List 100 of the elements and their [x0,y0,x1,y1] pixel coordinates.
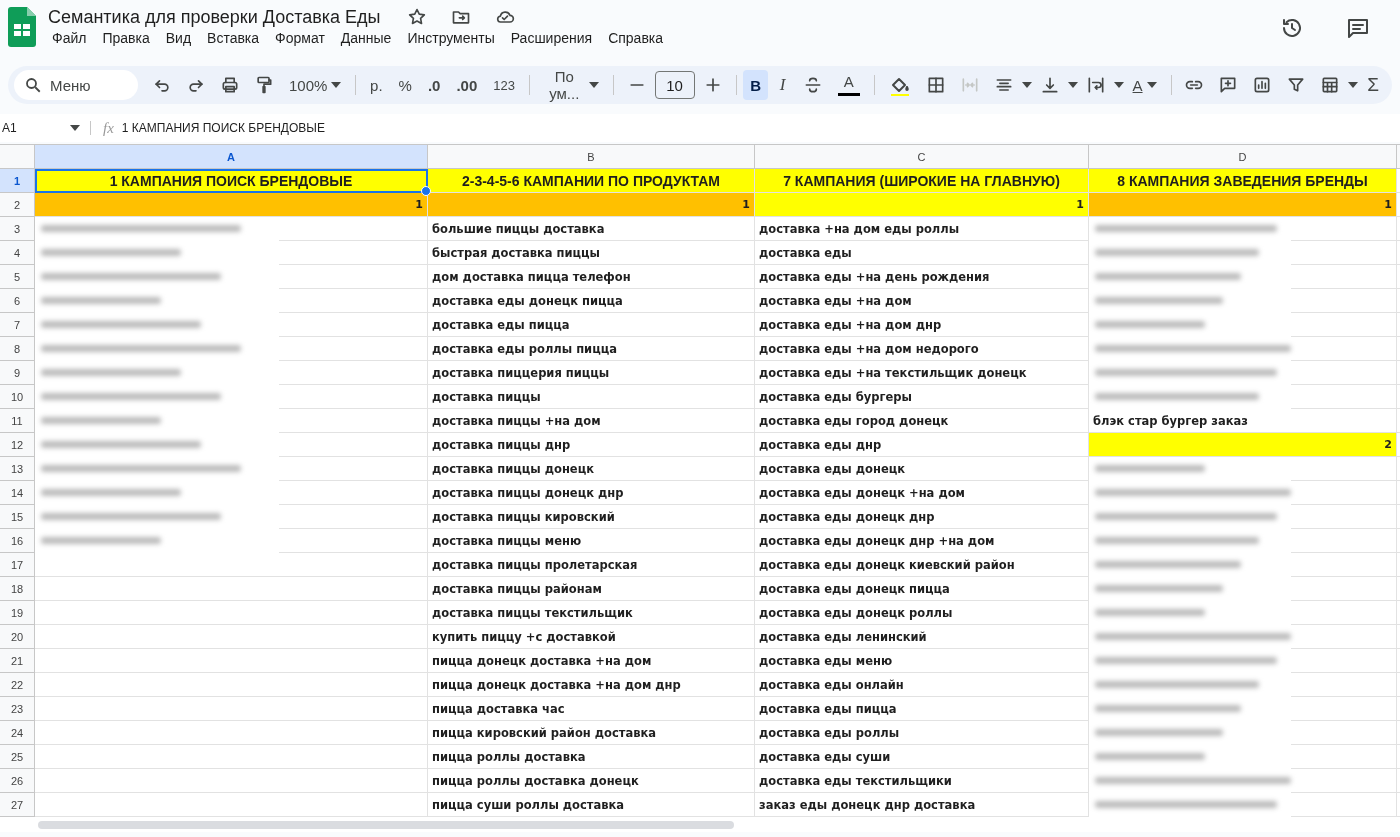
table-cell[interactable] [35,601,428,625]
table-cell[interactable]: доставка еды текстильщики [755,769,1089,793]
row-header[interactable]: 8 [0,337,35,361]
menu-item[interactable]: Вставка [201,28,266,48]
table-cell[interactable]: доставка еды донецк роллы [755,601,1089,625]
table-cell[interactable]: 1 [755,193,1089,217]
row-header[interactable]: 25 [0,745,35,769]
table-cell[interactable]: доставка еды +на дом недорого [755,337,1089,361]
column-header[interactable]: D [1089,145,1397,169]
table-cell[interactable]: доставка пиццы районам [428,577,755,601]
row-header[interactable]: 16 [0,529,35,553]
table-cell[interactable]: доставка +на дом еды роллы [755,217,1089,241]
bold-button[interactable]: B [743,70,769,100]
menu-item[interactable]: Справка [602,28,670,48]
row-header[interactable]: 3 [0,217,35,241]
table-cell[interactable]: доставка еды город донецк [755,409,1089,433]
table-cell[interactable]: доставка еды роллы пицца [428,337,755,361]
text-color-button[interactable]: A [830,70,867,100]
table-cell[interactable] [35,745,428,769]
menu-item[interactable]: Формат [269,28,331,48]
table-cell[interactable] [35,649,428,673]
row-header[interactable]: 10 [0,385,35,409]
zoom-dropdown[interactable]: 100% [282,72,349,98]
table-cell[interactable]: доставка пиццы [428,385,755,409]
table-cell[interactable]: 1 [428,193,755,217]
table-cell[interactable]: доставка еды донецк днр [755,505,1089,529]
table-cell[interactable]: 1 КАМПАНИЯ ПОИСК БРЕНДОВЫЕ [35,169,428,193]
table-cell[interactable]: доставка еды бургеры [755,385,1089,409]
table-cell[interactable]: доставка еды донецк пицца [755,577,1089,601]
row-header[interactable]: 9 [0,361,35,385]
table-cell[interactable]: пицца роллы доставка донецк [428,769,755,793]
number-format-button[interactable]: 123 [486,73,522,97]
row-header[interactable]: 24 [0,721,35,745]
table-cell[interactable]: доставка еды меню [755,649,1089,673]
scrollbar-thumb[interactable] [38,820,734,829]
table-cell[interactable] [35,721,428,745]
table-cell[interactable] [35,673,428,697]
table-cell[interactable]: доставка еды +на текстильщик донецк [755,361,1089,385]
menu-item[interactable]: Правка [96,28,156,48]
percent-button[interactable]: % [391,72,419,98]
table-cell[interactable]: доставка пиццы днр [428,433,755,457]
table-cell[interactable]: пицца донецк доставка +на дом днр [428,673,755,697]
table-cell[interactable]: доставка еды ленинский [755,625,1089,649]
table-cell[interactable]: доставка пиццы донецк [428,457,755,481]
caret-icon[interactable] [70,125,80,131]
table-cell[interactable]: пицца кировский район доставка [428,721,755,745]
row-header[interactable]: 7 [0,313,35,337]
row-header[interactable]: 15 [0,505,35,529]
functions-button[interactable]: Σ [1360,70,1386,100]
row-header[interactable]: 23 [0,697,35,721]
table-cell[interactable]: пицца доставка час [428,697,755,721]
row-header[interactable]: 5 [0,265,35,289]
row-header[interactable]: 17 [0,553,35,577]
table-cell[interactable]: пицца донецк доставка +на дом [428,649,755,673]
row-header[interactable]: 21 [0,649,35,673]
row-header[interactable]: 20 [0,625,35,649]
document-title[interactable]: Семантика для проверки Доставка Еды [46,6,389,28]
table-cell[interactable] [35,697,428,721]
font-dropdown[interactable]: По ум... [536,64,606,106]
caret-icon[interactable] [1113,82,1124,88]
caret-icon[interactable] [1348,82,1359,88]
search-field[interactable]: Меню [14,70,138,100]
cell-reference[interactable]: A1 [0,121,17,135]
table-cell[interactable]: быстрая доставка пиццы [428,241,755,265]
table-cell[interactable]: доставка пиццы меню [428,529,755,553]
table-cell[interactable]: доставка еды онлайн [755,673,1089,697]
table-cell[interactable] [35,577,428,601]
increase-decimals-button[interactable]: .00 [449,72,485,98]
menu-item[interactable]: Файл [46,28,93,48]
table-cell[interactable]: доставка еды суши [755,745,1089,769]
caret-icon[interactable] [331,82,342,88]
sheets-logo[interactable] [8,7,36,47]
table-cell[interactable]: купить пиццу +с доставкой [428,625,755,649]
row-header[interactable]: 18 [0,577,35,601]
table-cell[interactable]: доставка еды донецк днр +на дом [755,529,1089,553]
table-cell[interactable] [35,625,428,649]
table-cell[interactable]: доставка еды +на дом [755,289,1089,313]
row-header[interactable]: 4 [0,241,35,265]
currency-button[interactable]: р. [363,72,390,98]
menu-item[interactable]: Инструменты [401,28,501,48]
italic-button[interactable]: I [770,70,795,100]
table-cell[interactable]: доставка еды донецк [755,457,1089,481]
font-size-field[interactable]: 10 [654,71,695,99]
table-cell[interactable]: дом доставка пицца телефон [428,265,755,289]
table-cell[interactable]: доставка пиццы текстильщик [428,601,755,625]
table-cell[interactable]: 1 [35,193,428,217]
column-header[interactable]: B [428,145,755,169]
row-header[interactable]: 11 [0,409,35,433]
column-header[interactable]: C [755,145,1089,169]
table-cell[interactable]: доставка еды роллы [755,721,1089,745]
text-rotation-button[interactable]: A [1125,72,1164,98]
caret-icon[interactable] [588,82,599,88]
table-cell[interactable]: пицца роллы доставка [428,745,755,769]
caret-icon[interactable] [1067,82,1078,88]
menu-item[interactable]: Вид [159,28,198,48]
table-cell[interactable]: доставка еды донецк пицца [428,289,755,313]
menu-item[interactable]: Данные [334,28,398,48]
table-cell[interactable]: 2 [1089,433,1397,457]
table-cell[interactable] [35,553,428,577]
table-cell[interactable]: 2-3-4-5-6 КАМПАНИИ ПО ПРОДУКТАМ [428,169,755,193]
